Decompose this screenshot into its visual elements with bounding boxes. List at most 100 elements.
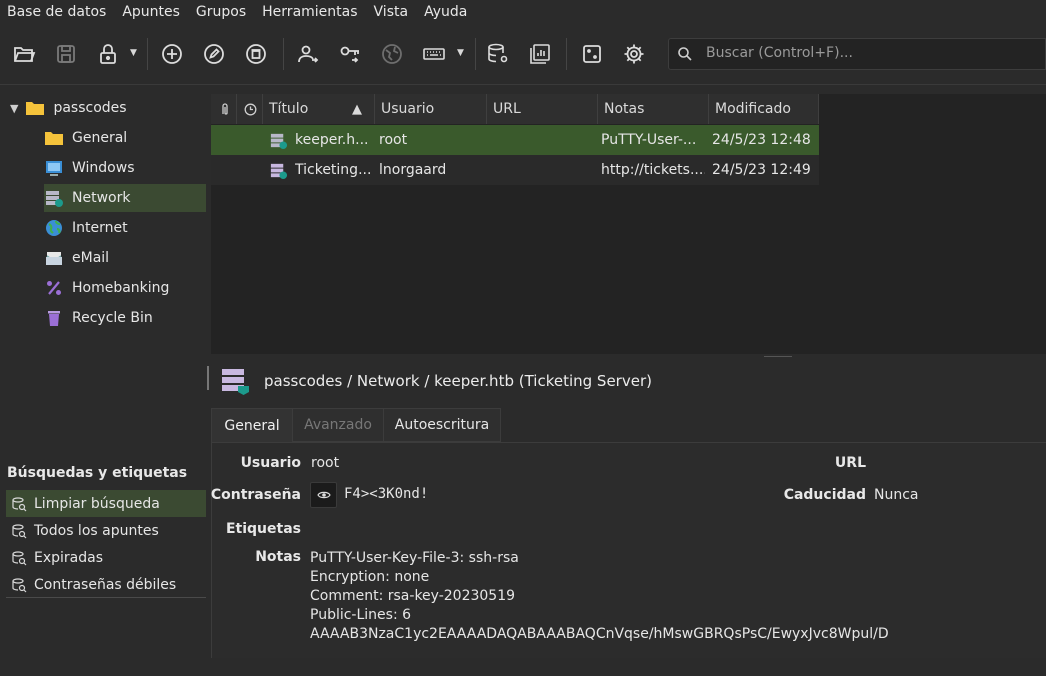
database-settings-icon[interactable]	[484, 40, 512, 68]
copy-username-icon[interactable]	[294, 40, 322, 68]
url-column-header[interactable]: URL	[487, 94, 598, 124]
entry-title: keeper.h...	[295, 132, 369, 148]
search-item-label: Contraseñas débiles	[34, 576, 177, 593]
toolbar-divider	[0, 84, 1046, 85]
menu-groups[interactable]: Grupos	[189, 4, 255, 20]
search-icon	[12, 550, 27, 565]
title-column-header[interactable]: Título ▲	[263, 94, 375, 124]
table-row[interactable]: keeper.h... root PuTTY-User-... 24/5/23 …	[211, 125, 819, 155]
tab-autotype[interactable]: Autoescritura	[383, 408, 501, 442]
url-header-label: URL	[493, 101, 521, 117]
open-url-icon[interactable]	[378, 40, 406, 68]
tab-advanced[interactable]: Avanzado	[292, 408, 384, 442]
copy-password-icon[interactable]	[336, 40, 364, 68]
expiry-value: Nunca	[874, 487, 919, 503]
toolbar-separator	[283, 38, 284, 70]
expiry-label: Caducidad	[783, 487, 866, 503]
modified-header-label: Modificado	[715, 101, 791, 117]
modified-column-header[interactable]: Modificado	[709, 94, 819, 124]
notes-column-header[interactable]: Notas	[598, 94, 709, 124]
reports-icon[interactable]	[526, 40, 554, 68]
search-icon	[678, 47, 692, 61]
tree-root-label: passcodes	[53, 100, 127, 116]
tree-item-windows[interactable]: Windows	[44, 154, 206, 182]
panel-splitter-handle[interactable]	[764, 356, 792, 357]
tree-item-label: eMail	[72, 250, 110, 266]
eye-icon	[316, 491, 331, 499]
password-value[interactable]: F4><3K0nd!	[344, 486, 428, 502]
open-database-icon[interactable]	[10, 40, 38, 68]
notes-header-label: Notas	[604, 101, 645, 117]
tree-item-label: Recycle Bin	[72, 310, 153, 326]
paperclip-icon	[222, 103, 228, 115]
menu-help[interactable]: Ayuda	[417, 4, 476, 20]
autotype-icon[interactable]	[420, 40, 448, 68]
add-entry-icon[interactable]	[158, 40, 186, 68]
toolbar-separator	[147, 38, 148, 70]
search-icon	[12, 577, 27, 592]
notes-value[interactable]: PuTTY-User-Key-File-3: ssh-rsa Encryptio…	[310, 549, 1040, 645]
tree-item-recycle-bin[interactable]: Recycle Bin	[44, 304, 206, 332]
user-value[interactable]: root	[311, 455, 339, 471]
title-header-label: Título	[269, 101, 309, 117]
attachment-column-header[interactable]	[211, 94, 237, 124]
tree-item-email[interactable]: eMail	[44, 244, 206, 272]
entry-notes: PuTTY-User-...	[601, 132, 697, 148]
searches-title: Búsquedas y etiquetas	[7, 465, 188, 481]
entry-details-header: passcodes / Network / keeper.htb (Ticket…	[207, 364, 1046, 400]
search-item-expired[interactable]: Expiradas	[6, 544, 206, 571]
lock-dropdown-icon[interactable]: ▼	[130, 48, 137, 58]
delete-entry-icon[interactable]	[242, 40, 270, 68]
folder-icon	[44, 128, 64, 148]
tree-root-passcodes[interactable]: ▼ passcodes	[10, 94, 206, 122]
entry-table: Título ▲ Usuario URL Notas Modificado ke…	[211, 94, 1046, 354]
notes-line: PuTTY-User-Key-File-3: ssh-rsa	[310, 550, 519, 566]
tree-item-label: Network	[72, 190, 131, 206]
save-database-icon[interactable]	[52, 40, 80, 68]
search-item-weak-passwords[interactable]: Contraseñas débiles	[6, 571, 206, 598]
tree-item-network[interactable]: Network	[44, 184, 206, 212]
search-item-clear[interactable]: Limpiar búsqueda	[6, 490, 206, 517]
tree-item-homebanking[interactable]: Homebanking	[44, 274, 206, 302]
entry-notes: http://tickets....	[601, 162, 705, 178]
collapse-arrow-icon[interactable]: ▼	[10, 102, 18, 115]
show-password-button[interactable]	[310, 482, 337, 508]
menu-tools[interactable]: Herramientas	[255, 4, 366, 20]
search-icon	[12, 496, 27, 511]
search-input[interactable]: Buscar (Control+F)...	[668, 38, 1046, 70]
notes-line: Public-Lines: 6	[310, 607, 412, 623]
tree-item-label: Internet	[72, 220, 128, 236]
search-icon	[12, 523, 27, 538]
expiry-column-header[interactable]	[237, 94, 263, 124]
menu-view[interactable]: Vista	[367, 4, 418, 20]
tree-item-internet[interactable]: Internet	[44, 214, 206, 242]
entry-user: lnorgaard	[379, 162, 447, 178]
tab-general[interactable]: General	[211, 408, 293, 442]
entry-title: Ticketing...	[295, 162, 372, 178]
menu-entries[interactable]: Apuntes	[115, 4, 189, 20]
server-icon	[269, 125, 289, 155]
menu-bar: Base de datos Apuntes Grupos Herramienta…	[0, 0, 1046, 24]
autotype-dropdown-icon[interactable]: ▼	[457, 48, 464, 58]
percent-icon	[44, 278, 64, 298]
entry-user: root	[379, 132, 408, 148]
trash-icon	[44, 308, 64, 328]
tree-item-general[interactable]: General	[44, 124, 206, 152]
searches-divider	[6, 597, 206, 598]
clock-icon	[244, 103, 257, 115]
tree-item-label: Windows	[72, 160, 135, 176]
lock-database-icon[interactable]	[94, 40, 122, 68]
search-item-all-entries[interactable]: Todos los apuntes	[6, 517, 206, 544]
globe-icon	[44, 218, 64, 238]
entry-url	[493, 125, 593, 155]
user-column-header[interactable]: Usuario	[375, 94, 487, 124]
edit-entry-icon[interactable]	[200, 40, 228, 68]
notes-label: Notas	[255, 549, 301, 565]
table-row[interactable]: Ticketing... lnorgaard http://tickets...…	[211, 155, 819, 185]
toolbar-separator	[475, 38, 476, 70]
password-generator-icon[interactable]	[578, 40, 606, 68]
sort-ascending-icon: ▲	[352, 101, 362, 117]
menu-database[interactable]: Base de datos	[0, 4, 115, 20]
windows-icon	[44, 158, 64, 178]
settings-gear-icon[interactable]	[620, 40, 648, 68]
